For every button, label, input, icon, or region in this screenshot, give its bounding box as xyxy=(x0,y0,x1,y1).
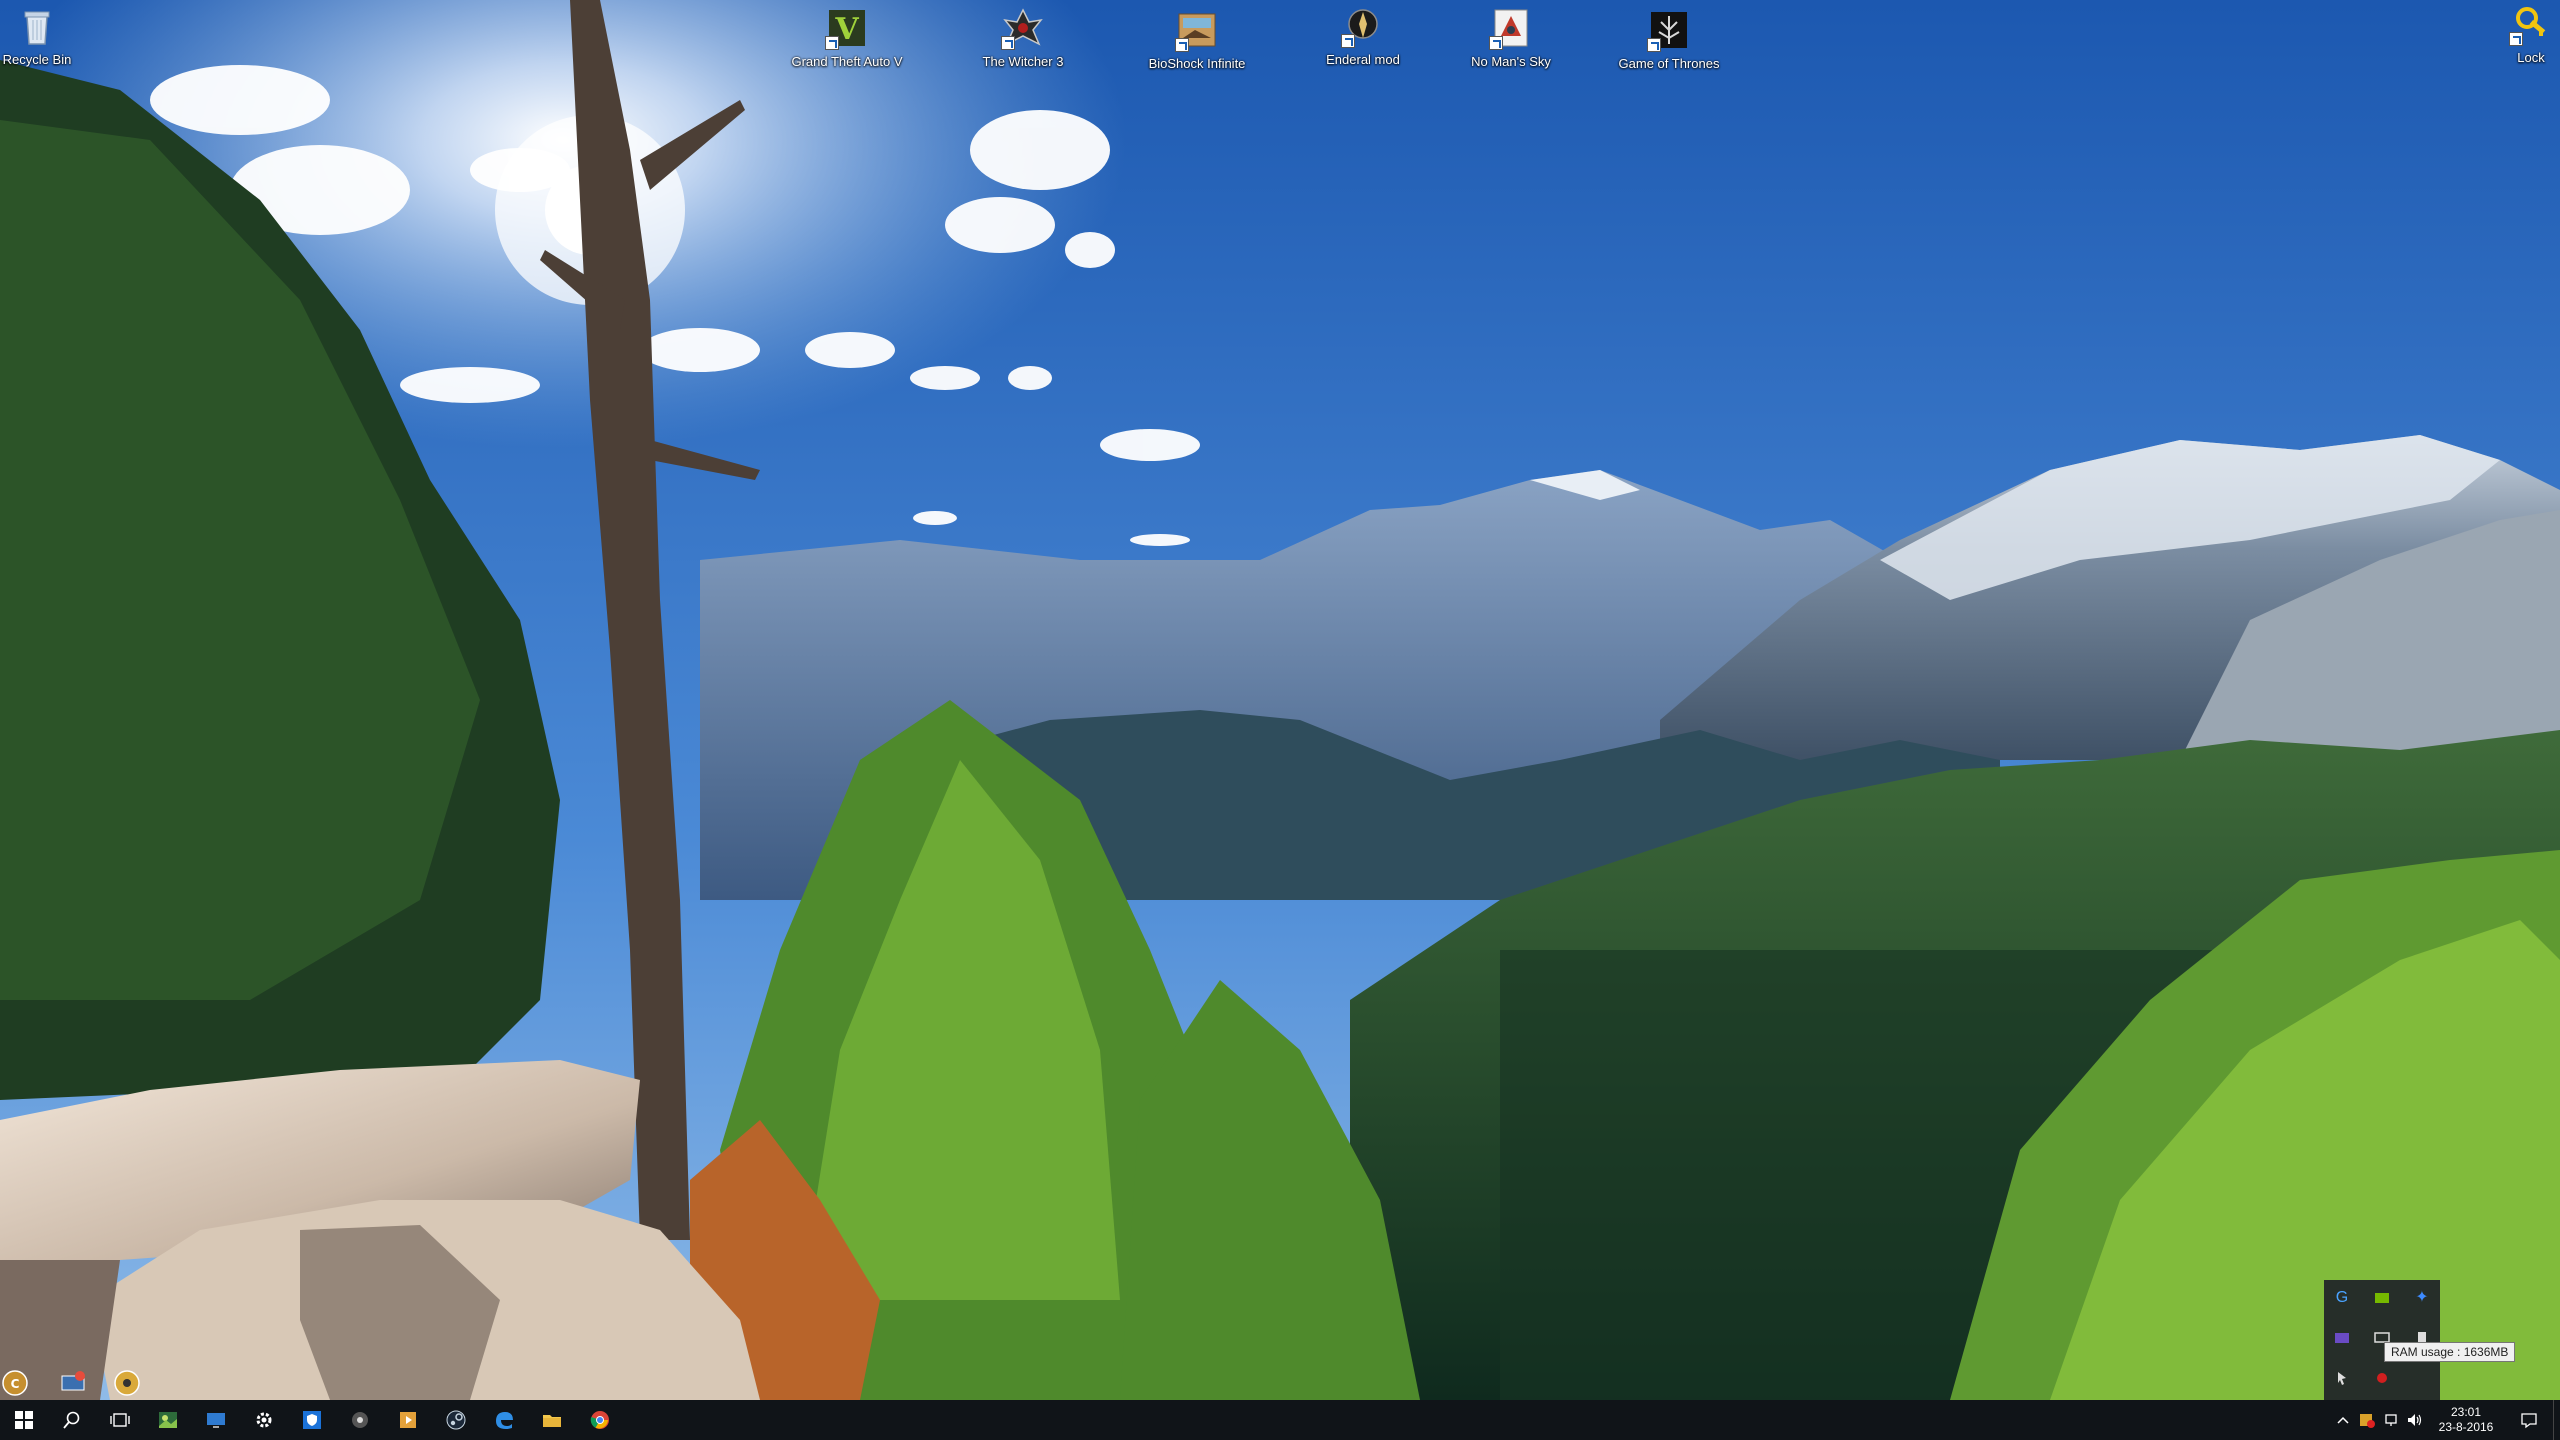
shortcut-arrow-icon xyxy=(825,36,839,50)
desktop-icon-witcher3[interactable]: The Witcher 3 xyxy=(958,6,1088,69)
taskbar-app-file-explorer[interactable] xyxy=(528,1400,576,1440)
taskbar: 23:01 23-8-2016 xyxy=(0,1400,2560,1440)
taskbar-app-media-player[interactable] xyxy=(384,1400,432,1440)
shortcut-arrow-icon xyxy=(1341,34,1355,48)
desktop-icon-label: Grand Theft Auto V xyxy=(791,54,903,69)
task-view-button[interactable] xyxy=(96,1400,144,1440)
desktop-mini-icon-3[interactable] xyxy=(112,1368,142,1398)
gta-icon: V xyxy=(825,6,869,50)
tray-volume[interactable] xyxy=(2403,1400,2427,1440)
desktop-mini-icon-1[interactable]: C xyxy=(0,1368,30,1398)
taskbar-app-defender[interactable] xyxy=(288,1400,336,1440)
clock-time: 23:01 xyxy=(2450,1405,2482,1419)
taskbar-app-chrome[interactable] xyxy=(576,1400,624,1440)
desktop-icon-lock[interactable]: Lock xyxy=(2466,2,2560,65)
mouse-app-icon[interactable] xyxy=(2332,1368,2352,1388)
shortcut-arrow-icon xyxy=(1647,38,1661,52)
chrome-icon xyxy=(590,1411,609,1429)
shortcut-arrow-icon xyxy=(1001,36,1015,50)
nvidia-icon[interactable] xyxy=(2372,1288,2392,1308)
clock-date: 23-8-2016 xyxy=(2438,1420,2494,1434)
desktop-icon-label: Recycle Bin xyxy=(2,52,72,67)
security-alert-icon xyxy=(2360,1414,2375,1428)
tray-overflow-flyout: G ✦ xyxy=(2324,1280,2440,1400)
display-app-icon[interactable] xyxy=(2332,1328,2352,1348)
desktop-mini-icon-2[interactable] xyxy=(58,1368,88,1398)
steam-icon xyxy=(446,1410,466,1430)
svg-text:C: C xyxy=(11,1377,20,1391)
taskbar-app-settings[interactable] xyxy=(240,1400,288,1440)
file-explorer-icon xyxy=(543,1415,561,1427)
desktop-icon-game-of-thrones[interactable]: Game of Thrones xyxy=(1604,8,1734,71)
windows-defender-icon xyxy=(303,1411,321,1429)
remote-desktop-icon xyxy=(207,1413,225,1428)
desktop-icon-no-mans-sky[interactable]: No Man's Sky xyxy=(1446,6,1576,69)
desktop-icon-label: Lock xyxy=(2517,50,2545,65)
desktop-icon-label: BioShock Infinite xyxy=(1148,56,1246,71)
taskbar-app-steam[interactable] xyxy=(432,1400,480,1440)
tray-network[interactable] xyxy=(2379,1400,2403,1440)
volume-icon xyxy=(2408,1414,2422,1426)
task-view-icon xyxy=(110,1413,130,1427)
photo-app-icon xyxy=(159,1412,177,1428)
desktop-wallpaper xyxy=(0,0,2560,1400)
shortcut-arrow-icon xyxy=(1489,36,1503,50)
game-of-thrones-icon xyxy=(1647,8,1691,52)
desktop-icon-recycle-bin[interactable]: Recycle Bin xyxy=(0,4,102,67)
start-icon xyxy=(15,1411,33,1429)
desktop-icon-enderal[interactable]: Enderal mod xyxy=(1298,4,1428,67)
lock-icon xyxy=(2509,2,2553,46)
app-badge-icon: C xyxy=(2,1370,28,1396)
tray-overflow-button[interactable] xyxy=(2331,1400,2355,1440)
ram-usage-tooltip: RAM usage : 1636MB xyxy=(2384,1342,2516,1362)
shortcut-arrow-icon xyxy=(1175,38,1189,52)
network-monitor-icon xyxy=(61,1371,85,1391)
show-desktop-button[interactable] xyxy=(2553,1400,2560,1440)
bluetooth-icon[interactable]: ✦ xyxy=(2412,1288,2432,1308)
chevron-up-icon xyxy=(2337,1416,2349,1424)
edge-icon xyxy=(496,1412,513,1429)
enderal-icon xyxy=(1341,4,1385,48)
desktop-icon-label: Game of Thrones xyxy=(1618,56,1720,71)
desktop-icon-bioshock[interactable]: BioShock Infinite xyxy=(1132,8,1262,71)
tray-security-alert[interactable] xyxy=(2355,1400,2379,1440)
desktop-icon-gta5[interactable]: V Grand Theft Auto V xyxy=(782,6,912,69)
no-mans-sky-icon xyxy=(1489,6,1533,50)
notification-icon xyxy=(2521,1413,2537,1429)
taskbar-app-remote-desktop[interactable] xyxy=(192,1400,240,1440)
taskbar-app-witcher[interactable] xyxy=(336,1400,384,1440)
shortcut-arrow-icon xyxy=(2509,32,2523,46)
system-tray: 23:01 23-8-2016 xyxy=(2331,1400,2560,1440)
taskbar-app-photos[interactable] xyxy=(144,1400,192,1440)
taskbar-clock[interactable]: 23:01 23-8-2016 xyxy=(2427,1405,2505,1435)
disc-utility-icon xyxy=(114,1370,140,1396)
mountain-landscape xyxy=(0,0,2560,1400)
logitech-icon[interactable]: G xyxy=(2332,1288,2352,1308)
search-button[interactable] xyxy=(48,1400,96,1440)
action-center-button[interactable] xyxy=(2505,1400,2553,1440)
witcher-icon xyxy=(1001,6,1045,50)
settings-icon xyxy=(256,1412,272,1428)
desktop-icon-label: No Man's Sky xyxy=(1471,54,1551,69)
witcher-app-icon xyxy=(352,1412,368,1428)
start-button[interactable] xyxy=(0,1400,48,1440)
taskbar-app-edge[interactable] xyxy=(480,1400,528,1440)
bioshock-icon xyxy=(1175,8,1219,52)
network-icon xyxy=(2385,1414,2397,1426)
desktop-icon-label: Enderal mod xyxy=(1326,52,1400,67)
media-player-icon xyxy=(400,1412,416,1428)
search-icon xyxy=(63,1411,80,1429)
recycle-bin-icon xyxy=(15,4,59,48)
desktop-icon-label: The Witcher 3 xyxy=(982,54,1064,69)
record-app-icon[interactable] xyxy=(2372,1368,2392,1388)
